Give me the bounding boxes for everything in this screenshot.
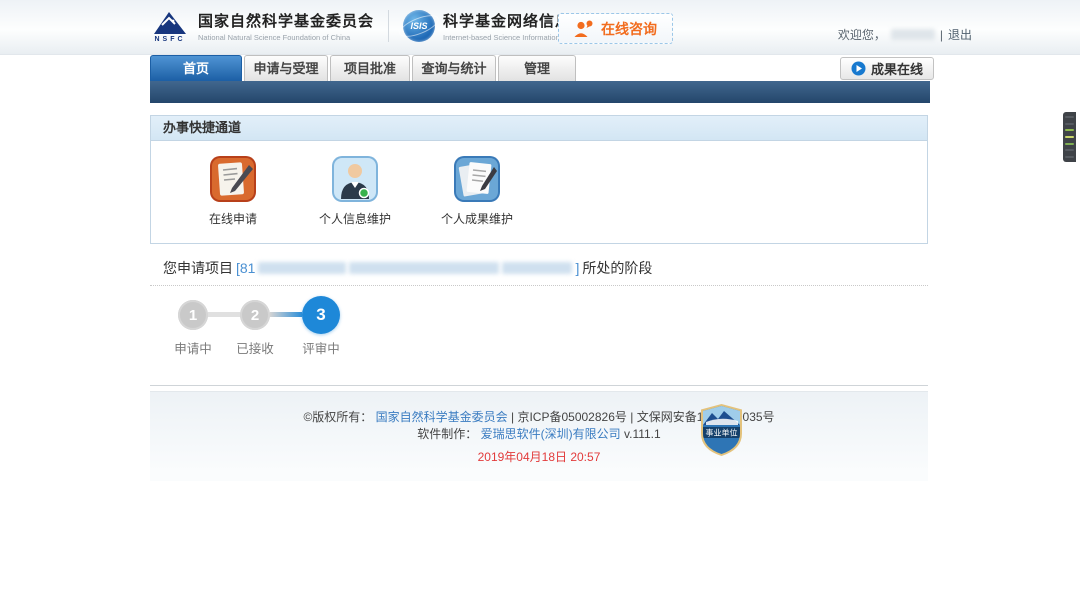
nsfc-title: 国家自然科学基金委员会 [198, 10, 374, 31]
tab-home[interactable]: 首页 [150, 55, 242, 81]
quick-item-label: 在线申请 [209, 210, 257, 227]
tab-project-approval[interactable]: 项目批准 [330, 55, 410, 81]
redacted-project-name [349, 262, 499, 274]
software-version: v.111.1 [624, 427, 661, 441]
widget-stripe [1065, 143, 1074, 145]
badge-text: 事业单位 [706, 428, 738, 438]
widget-stripe [1065, 149, 1074, 151]
public-institution-badge: 事业单位 [698, 403, 745, 460]
step-connector-2 [270, 312, 302, 317]
isis-globe-icon: ISIS [403, 10, 435, 42]
copyright-line: ©版权所有： 国家自然科学基金委员会 | 京ICP备05002826号 | 文保… [150, 392, 928, 426]
tab-application-acceptance[interactable]: 申请与受理 [244, 55, 328, 81]
widget-stripe [1065, 156, 1074, 158]
step-connector-1 [208, 312, 240, 317]
main-nav: 首页 申请与受理 项目批准 查询与统计 管理 [150, 55, 578, 81]
progress-steps: 1 2 3 申请中 已接收 评审中 [178, 296, 358, 348]
isis-home-page: NSFC 国家自然科学基金委员会 National Natural Scienc… [0, 0, 1080, 612]
widget-stripe [1065, 116, 1074, 118]
results-online-button[interactable]: 成果在线 [840, 57, 934, 80]
quick-item-label: 个人信息维护 [319, 210, 391, 227]
quick-item-label: 个人成果维护 [441, 210, 513, 227]
consult-person-icon [574, 19, 594, 38]
arrow-circle-icon [851, 61, 866, 76]
page-header: NSFC 国家自然科学基金委员会 National Natural Scienc… [0, 0, 1080, 55]
stage-bracket-close: ] [575, 260, 579, 276]
logo-row: NSFC 国家自然科学基金委员会 National Natural Scienc… [150, 9, 603, 43]
logo-divider [388, 10, 389, 42]
stage-suffix: 所处的阶段 [582, 258, 652, 278]
nsfc-logo: NSFC [150, 9, 190, 43]
nsfc-logo-text: 国家自然科学基金委员会 National Natural Science Fou… [198, 10, 374, 42]
widget-stripe [1065, 123, 1074, 125]
redacted-username [891, 29, 935, 40]
edge-toolbar-widget[interactable] [1063, 112, 1076, 162]
consult-label: 在线咨询 [601, 19, 657, 39]
tab-management[interactable]: 管理 [498, 55, 576, 81]
step-3-circle-active: 3 [302, 296, 340, 334]
welcome-separator: | [940, 28, 943, 42]
welcome-area: 欢迎您， | 退出 [838, 26, 972, 43]
stage-prefix: 您申请项目 [163, 258, 233, 278]
software-vendor-link[interactable]: 爱瑞思软件(深圳)有限公司 [481, 427, 621, 441]
logout-link[interactable]: 退出 [948, 26, 972, 43]
project-stage-title: 您申请项目 [81 ] 所处的阶段 [163, 258, 652, 278]
widget-stripe [1065, 136, 1074, 138]
software-label: 软件制作： [417, 427, 477, 441]
welcome-text: 欢迎您， [838, 26, 886, 43]
step-2-circle: 2 [240, 300, 270, 330]
isis-acronym: ISIS [411, 21, 428, 31]
step-1-circle: 1 [178, 300, 208, 330]
quick-item-personal-results[interactable]: 个人成果维护 [431, 155, 523, 227]
nsfc-acronym: NSFC [154, 36, 185, 43]
quick-item-online-apply[interactable]: 在线申请 [187, 155, 279, 227]
page-footer: ©版权所有： 国家自然科学基金委员会 | 京ICP备05002826号 | 文保… [150, 391, 928, 481]
step-1-label: 申请中 [167, 338, 219, 357]
widget-stripe [1065, 129, 1074, 131]
personal-info-icon [331, 155, 379, 203]
online-apply-icon [209, 155, 257, 203]
software-line: 软件制作： 爱瑞思软件(深圳)有限公司 v.111.1 [150, 426, 928, 443]
personal-results-icon [453, 155, 501, 203]
nsfc-footer-link[interactable]: 国家自然科学基金委员会 [376, 410, 508, 424]
online-consult-button[interactable]: 在线咨询 [558, 13, 673, 44]
quick-item-personal-info[interactable]: 个人信息维护 [309, 155, 401, 227]
quick-channel-body: 在线申请 个人信息维护 [151, 141, 927, 243]
results-online-label: 成果在线 [871, 59, 923, 78]
step-3-label: 评审中 [295, 338, 347, 357]
nsfc-mountain-icon [152, 9, 188, 35]
footer-separator: | [511, 410, 514, 424]
footer-separator: | [630, 410, 633, 424]
footer-divider [150, 385, 928, 386]
nsfc-subtitle: National Natural Science Foundation of C… [198, 33, 374, 42]
icp-record: 京ICP备05002826号 [517, 410, 626, 424]
redacted-project-number [258, 262, 346, 274]
stage-bracket-open: [81 [236, 260, 255, 276]
redacted-project-extra [502, 262, 572, 274]
shield-badge-icon: 事业单位 [698, 403, 745, 457]
quick-channel-panel: 办事快捷通道 在线申请 [150, 115, 928, 244]
secondary-nav-bar [150, 81, 930, 103]
step-2-label: 已接收 [229, 338, 281, 357]
tab-query-statistics[interactable]: 查询与统计 [412, 55, 496, 81]
dotted-separator [150, 285, 928, 286]
quick-channel-title: 办事快捷通道 [151, 116, 927, 141]
copyright-label: ©版权所有： [303, 410, 372, 424]
footer-datetime: 2019年04月18日 20:57 [150, 449, 928, 466]
